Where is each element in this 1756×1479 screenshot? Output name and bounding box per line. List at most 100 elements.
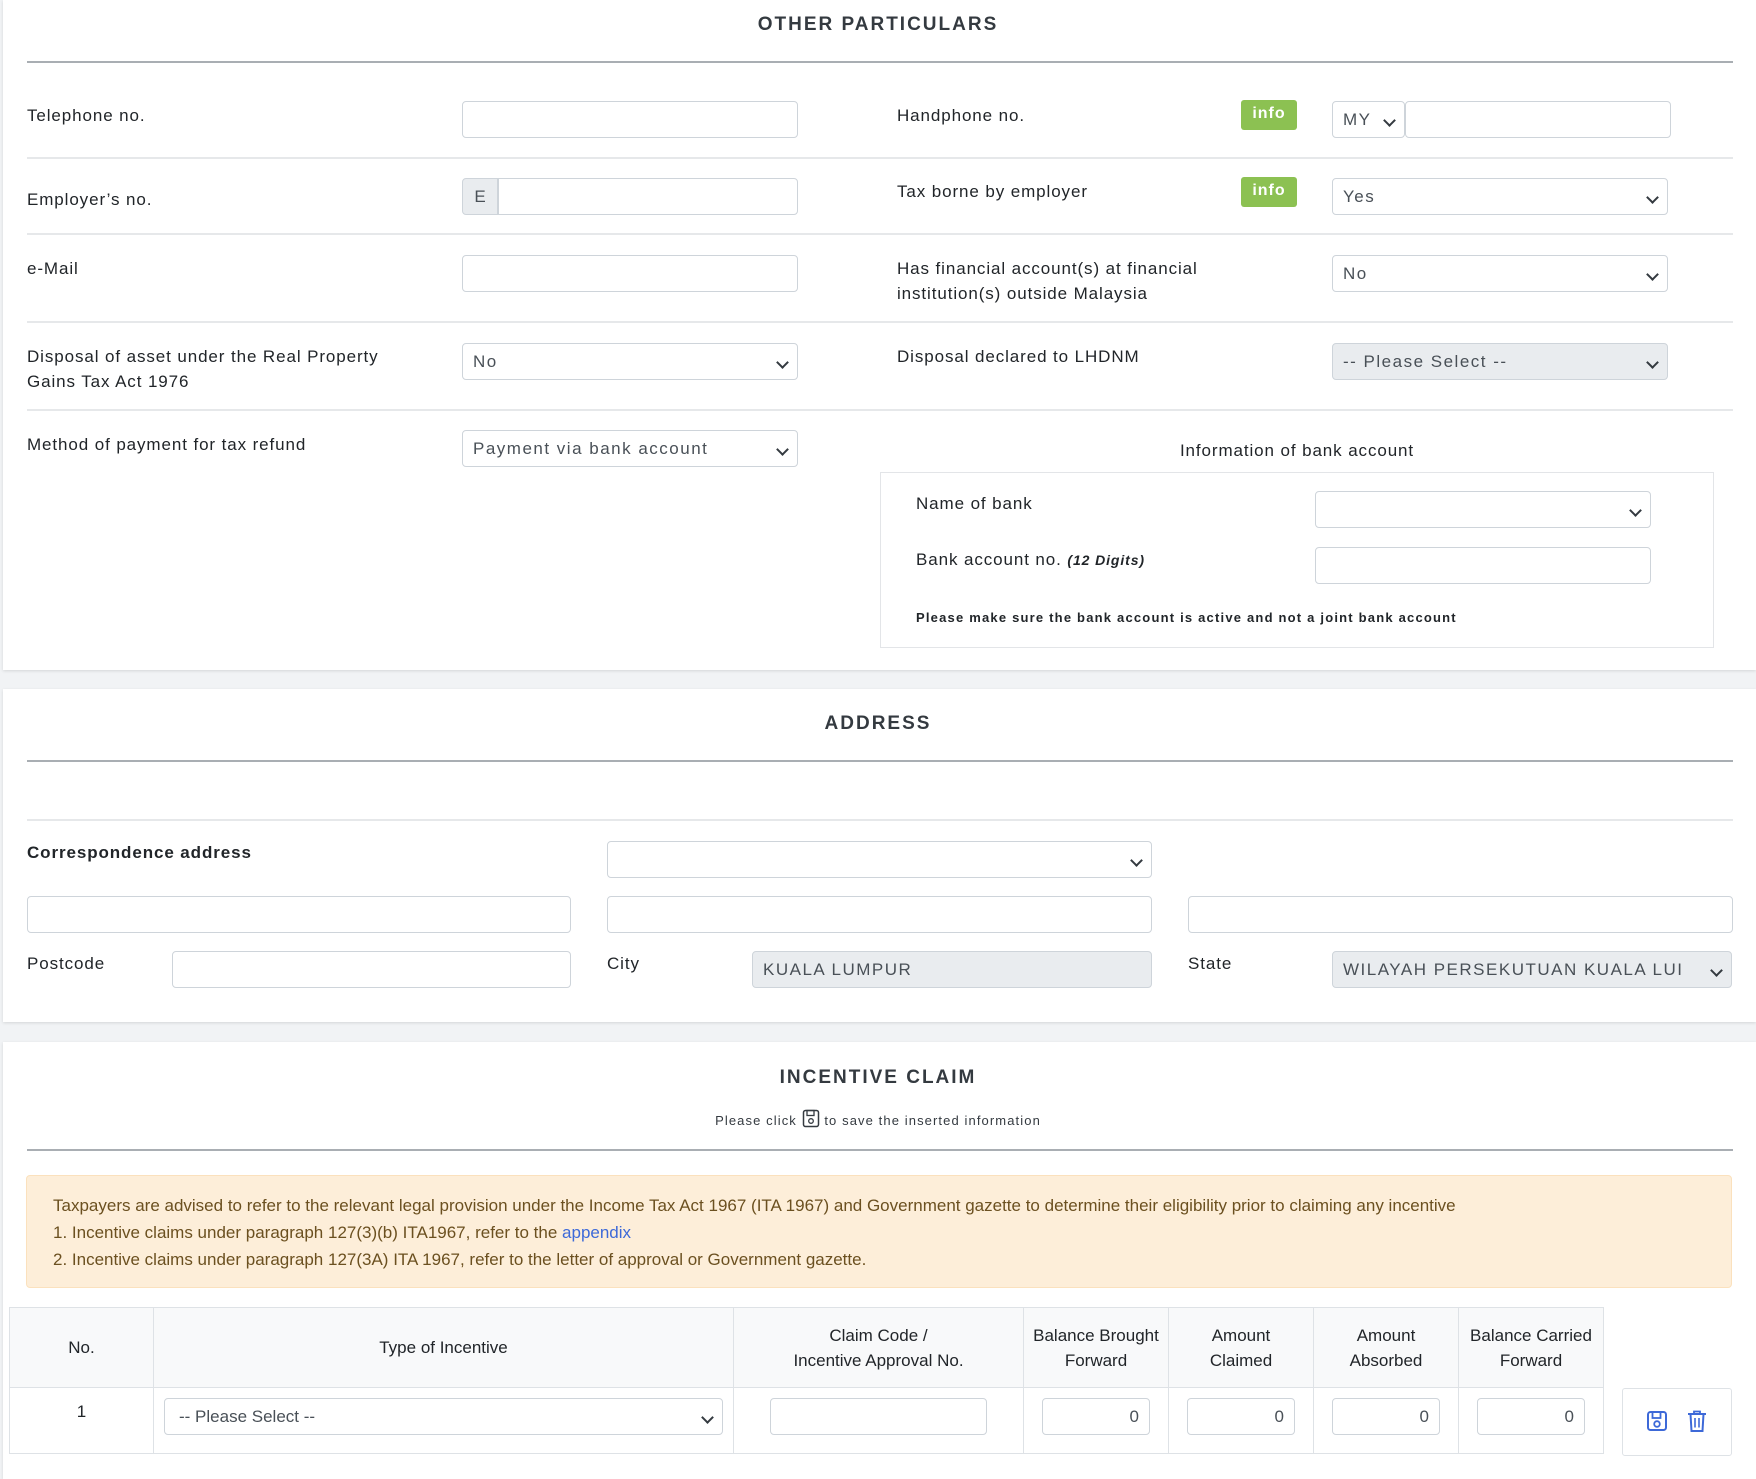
declared-label: Disposal declared to LHDNM [897, 347, 1140, 366]
incentive-claim-title: INCENTIVE CLAIM [779, 1067, 977, 1088]
correspondence-address-select[interactable] [607, 841, 1152, 878]
row-divider [27, 409, 1733, 411]
postcode-label: Postcode [27, 954, 106, 973]
bank-account-label-text: Bank account no. [916, 550, 1062, 569]
financial-account-select[interactable]: No [1332, 255, 1668, 292]
save-row-icon[interactable] [1646, 1410, 1668, 1432]
tax-borne-label: Tax borne by employer [897, 182, 1088, 201]
incentive-type-select[interactable]: -- Please Select -- [164, 1398, 723, 1435]
alert-line-1: Taxpayers are advised to refer to the re… [53, 1196, 1456, 1215]
tax-borne-info-badge[interactable]: info [1241, 177, 1297, 207]
col-header-type: Type of Incentive [153, 1307, 734, 1388]
country-code-value: MY [1343, 110, 1372, 129]
telephone-label: Telephone no. [27, 106, 146, 125]
disposal-label-line-2: Gains Tax Act 1976 [27, 372, 190, 391]
city-input[interactable]: KUALA LUMPUR [752, 951, 1152, 988]
chevron-down-icon [701, 1411, 714, 1424]
financial-account-label: Has financial account(s) at financial in… [897, 256, 1198, 306]
country-code-select[interactable]: MY [1332, 101, 1405, 138]
state-label: State [1188, 954, 1233, 973]
correspondence-address-label: Correspondence address [27, 843, 252, 862]
telephone-input[interactable] [462, 101, 798, 138]
bank-name-label: Name of bank [916, 494, 1033, 513]
chevron-down-icon [1710, 964, 1723, 977]
address-title: ADDRESS [824, 713, 932, 734]
row-actions [1622, 1388, 1732, 1456]
table-row-no: 1 [76, 1402, 87, 1421]
financial-label-line-2: institution(s) outside Malaysia [897, 284, 1148, 303]
row-divider [27, 819, 1733, 821]
col-header-amount-absorbed: Amount Absorbed [1313, 1307, 1459, 1388]
bank-account-input[interactable] [1315, 547, 1651, 584]
balance-carried-forward-input[interactable]: 0 [1477, 1398, 1585, 1435]
address-line-1-input[interactable] [27, 896, 571, 933]
other-particulars-title: OTHER PARTICULARS [757, 14, 999, 35]
payment-method-value: Payment via bank account [473, 439, 709, 458]
claim-code-input[interactable] [770, 1398, 987, 1435]
section-divider [27, 61, 1733, 63]
row-divider [27, 321, 1733, 323]
col-header-balance-brought-forward: Balance Brought Forward [1023, 1307, 1169, 1388]
state-select[interactable]: WILAYAH PERSEKUTUAN KUALA LUI [1332, 951, 1732, 988]
payment-method-label: Method of payment for tax refund [27, 435, 307, 454]
row-divider [27, 233, 1733, 235]
row-divider [27, 157, 1733, 159]
address-line-3-input[interactable] [1188, 896, 1733, 933]
section-divider [27, 760, 1733, 762]
alert-line-2-text: 1. Incentive claims under paragraph 127(… [53, 1223, 558, 1242]
bank-name-select[interactable] [1315, 491, 1651, 528]
city-value: KUALA LUMPUR [763, 960, 913, 979]
col-header-no: No. [9, 1307, 154, 1388]
postcode-input[interactable] [172, 951, 571, 988]
city-label: City [607, 954, 640, 973]
declared-select[interactable]: -- Please Select -- [1332, 343, 1668, 380]
col-header-balance-carried-forward: Balance Carried Forward [1458, 1307, 1604, 1388]
col-header-amount-claimed: Amount Claimed [1168, 1307, 1314, 1388]
chevron-down-icon [1646, 356, 1659, 369]
chevron-down-icon [776, 356, 789, 369]
save-hint-after: to save the inserted information [824, 1113, 1041, 1128]
disposal-label: Disposal of asset under the Real Propert… [27, 344, 379, 394]
handphone-input[interactable] [1405, 101, 1671, 138]
save-icon [802, 1109, 819, 1128]
handphone-info-badge[interactable]: info [1241, 100, 1297, 130]
chevron-down-icon [1646, 191, 1659, 204]
state-value: WILAYAH PERSEKUTUAN KUALA LUI [1343, 960, 1684, 979]
alert-line-3: 2. Incentive claims under paragraph 127(… [53, 1250, 867, 1269]
amount-absorbed-input[interactable]: 0 [1332, 1398, 1440, 1435]
bank-account-note: Please make sure the bank account is act… [916, 610, 1457, 625]
chevron-down-icon [1383, 114, 1396, 127]
chevron-down-icon [1646, 268, 1659, 281]
tax-borne-value: Yes [1343, 187, 1376, 206]
alert-line-2: 1. Incentive claims under paragraph 127(… [53, 1223, 631, 1243]
email-input[interactable] [462, 255, 798, 292]
disposal-label-line-1: Disposal of asset under the Real Propert… [27, 347, 379, 366]
employer-input[interactable] [498, 178, 798, 215]
appendix-link[interactable]: appendix [562, 1223, 631, 1242]
disposal-value: No [473, 352, 498, 371]
amount-claimed-input[interactable]: 0 [1187, 1398, 1295, 1435]
disposal-select[interactable]: No [462, 343, 798, 380]
email-label: e-Mail [27, 259, 79, 278]
delete-row-icon[interactable] [1686, 1409, 1708, 1433]
chevron-down-icon [1130, 854, 1143, 867]
save-hint-before: Please click [715, 1113, 797, 1128]
employer-label: Employer’s no. [27, 190, 153, 209]
handphone-label: Handphone no. [897, 106, 1025, 125]
employer-prefix: E [462, 178, 498, 215]
financial-account-value: No [1343, 264, 1368, 283]
balance-brought-forward-input[interactable]: 0 [1042, 1398, 1150, 1435]
incentive-type-value: -- Please Select -- [179, 1407, 316, 1426]
address-line-2-input[interactable] [607, 896, 1152, 933]
financial-label-line-1: Has financial account(s) at financial [897, 259, 1198, 278]
incentive-alert: Taxpayers are advised to refer to the re… [26, 1175, 1732, 1288]
bank-account-label: Bank account no. (12 Digits) [916, 547, 1145, 573]
tax-borne-select[interactable]: Yes [1332, 178, 1668, 215]
chevron-down-icon [776, 443, 789, 456]
bank-info-title: Information of bank account [1179, 441, 1415, 460]
col-header-claim-code: Claim Code / Incentive Approval No. [733, 1307, 1024, 1388]
section-divider [27, 1149, 1733, 1151]
payment-method-select[interactable]: Payment via bank account [462, 430, 798, 467]
chevron-down-icon [1629, 504, 1642, 517]
save-hint: Please click to save the inserted inform… [0, 1109, 1756, 1128]
